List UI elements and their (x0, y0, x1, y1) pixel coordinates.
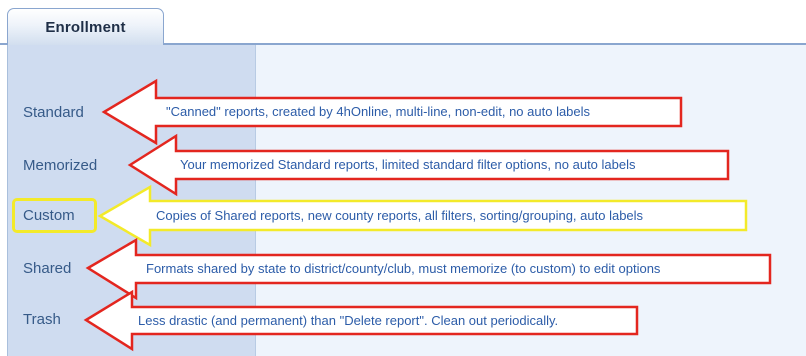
annotation-trash-text: Less drastic (and permanent) than "Delet… (138, 313, 559, 328)
annotation-arrows (83, 78, 772, 352)
annotation-custom-text: Copies of Shared reports, new county rep… (156, 208, 644, 223)
annotation-standard-text: "Canned" reports, created by 4hOnline, m… (166, 104, 591, 119)
annotation-memorized-text: Your memorized Standard reports, limited… (180, 157, 636, 172)
annotation-shared-text: Formats shared by state to district/coun… (146, 261, 661, 276)
